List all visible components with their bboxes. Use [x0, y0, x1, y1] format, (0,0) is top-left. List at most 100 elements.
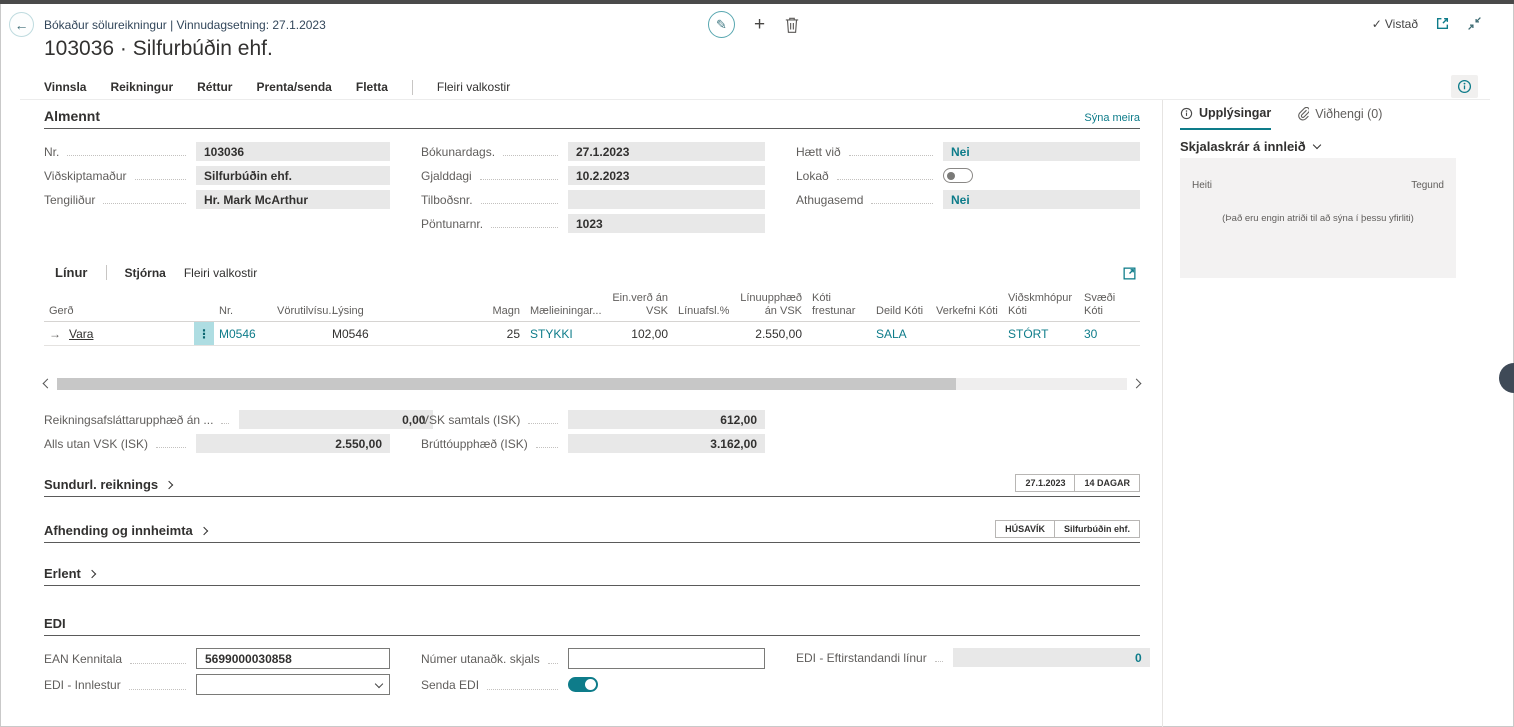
scroll-left-arrow[interactable]: [43, 379, 53, 389]
numer-utanadk-input[interactable]: [568, 648, 765, 669]
col-header-lysing[interactable]: Lýsing: [327, 305, 477, 318]
new-button[interactable]: +: [754, 15, 765, 34]
senda-edi-toggle[interactable]: [568, 677, 598, 692]
toggle-factbox-button[interactable]: [1451, 75, 1478, 98]
field-label: Reikningsafsláttarupphæð án ...: [44, 413, 213, 427]
col-header-vidskmhopur-koti[interactable]: Viðskmhópur Kóti: [1003, 292, 1079, 317]
dotted-leader: [536, 447, 558, 448]
menu-prenta-senda[interactable]: Prenta/senda: [256, 80, 331, 94]
dotted-leader: [481, 203, 558, 204]
cell-linuafsl[interactable]: [673, 322, 731, 345]
col-header-linuupphaed[interactable]: Línuupphæð án VSK: [731, 292, 807, 317]
field-value[interactable]: 3.162,00: [568, 434, 765, 453]
field-value[interactable]: [568, 190, 765, 209]
section-edi-header: EDI: [44, 616, 1140, 636]
menu-vinnsla[interactable]: Vinnsla: [44, 80, 86, 94]
cell-vorutilvisun[interactable]: [272, 322, 327, 345]
delete-button[interactable]: [784, 16, 800, 34]
col-header-svaedi-koti[interactable]: Svæði Kóti: [1079, 292, 1119, 317]
ean-kennitala-input[interactable]: [196, 648, 390, 669]
lines-toolbar: Línur Stjórna Fleiri valkostir: [55, 265, 257, 280]
erlent-header[interactable]: Erlent: [44, 566, 95, 581]
col-header-linuafsl[interactable]: Línuafsl.%: [673, 305, 731, 318]
col-header-maelieiningar[interactable]: Mælieiningar...: [525, 305, 589, 318]
col-header-verkefni-koti[interactable]: Verkefni Kóti: [931, 305, 1003, 318]
cell-magn[interactable]: 25: [477, 322, 525, 345]
scroll-right-arrow[interactable]: [1132, 379, 1142, 389]
col-header-einverd[interactable]: Ein.verð án VSK: [589, 292, 673, 317]
col-header-nr[interactable]: Nr.: [214, 305, 272, 318]
skjalaskrar-header[interactable]: Skjalaskrár á innleið: [1180, 139, 1320, 154]
scrollbar-track[interactable]: [57, 378, 1127, 390]
gerd-value[interactable]: Vara: [69, 327, 93, 341]
tab-linur[interactable]: Línur: [55, 265, 88, 280]
col-header-magn[interactable]: Magn: [477, 305, 525, 318]
back-button[interactable]: ←: [9, 12, 34, 37]
field-value[interactable]: 612,00: [568, 410, 765, 429]
cell-verkefni-koti[interactable]: [931, 322, 1003, 345]
scrollbar-thumb[interactable]: [57, 378, 956, 390]
cell-gerd[interactable]: →Vara: [44, 322, 194, 345]
breadcrumb: Bókaður sölureikningur | Vinnudagsetning…: [44, 18, 326, 32]
row-menu-button[interactable]: ⋮: [194, 322, 214, 345]
cell-maelieining[interactable]: STYKKI: [525, 322, 589, 345]
edi-innlestur-select[interactable]: [196, 674, 390, 695]
lines-more-options[interactable]: Fleiri valkostir: [184, 266, 257, 280]
col-header-koti-frestunar[interactable]: Kóti frestunar: [807, 292, 871, 317]
cell-deild-koti[interactable]: SALA: [871, 322, 931, 345]
field-ean-kennitala: EAN Kennitala: [44, 648, 390, 669]
field-value[interactable]: 10.2.2023: [568, 166, 765, 185]
doc-col-tegund: Tegund: [1411, 180, 1444, 191]
collapse-page-button[interactable]: [1467, 16, 1482, 31]
field-value[interactable]: Hr. Mark McArthur: [196, 190, 390, 209]
field-value[interactable]: Silfurbúðin ehf.: [196, 166, 390, 185]
field-value[interactable]: 103036: [196, 142, 390, 161]
cell-nr[interactable]: M0546: [214, 322, 272, 345]
field-value[interactable]: 1023: [568, 214, 765, 233]
dotted-leader: [871, 203, 933, 204]
edit-button[interactable]: ✎: [708, 11, 735, 38]
tab-upplysingar[interactable]: Upplýsingar: [1180, 106, 1271, 130]
cell-vidskmhopur[interactable]: STÓRT: [1003, 322, 1079, 345]
cell-lysing[interactable]: M0546: [327, 322, 477, 345]
menu-more-options[interactable]: Fleiri valkostir: [437, 80, 510, 94]
chevron-right-icon: [165, 480, 173, 488]
chevron-right-icon: [200, 526, 208, 534]
floating-edge-bubble[interactable]: [1499, 363, 1514, 393]
field-value[interactable]: 2.550,00: [196, 434, 390, 453]
field-edi-eftirstandandi: EDI - Eftirstandandi línur 0: [796, 648, 1140, 667]
page-title: 103036 · Silfurbúðin ehf.: [44, 37, 273, 61]
window-top-edge: [0, 0, 1514, 4]
collapse-arrows-icon: [1467, 16, 1482, 31]
col-header-deild-koti[interactable]: Deild Kóti: [871, 305, 931, 318]
sundurl-reiknings-header[interactable]: Sundurl. reiknings: [44, 477, 172, 492]
field-reikningsafslattur: Reikningsafsláttarupphæð án ... 0,00: [44, 410, 390, 429]
cell-linuupphaed[interactable]: 2.550,00: [731, 322, 807, 345]
lokad-toggle[interactable]: [943, 168, 973, 183]
open-in-new-window-button[interactable]: [1435, 16, 1450, 31]
menu-rettur[interactable]: Réttur: [197, 80, 232, 94]
field-value[interactable]: Nei: [943, 190, 1140, 209]
almennt-column-2: Bókunardags. 27.1.2023 Gjalddagi 10.2.20…: [421, 142, 765, 238]
show-more-link[interactable]: Sýna meira: [1084, 112, 1140, 124]
section-badges: 27.1.2023 14 DAGAR: [1016, 474, 1140, 492]
dotted-leader: [487, 689, 558, 690]
menu-reikningur[interactable]: Reikningur: [110, 80, 173, 94]
cell-koti-frestunar[interactable]: [807, 322, 871, 345]
field-value[interactable]: Nei: [943, 142, 1140, 161]
cell-einverd[interactable]: 102,00: [589, 322, 673, 345]
afhending-header[interactable]: Afhending og innheimta: [44, 523, 207, 538]
lines-manage-button[interactable]: Stjórna: [125, 266, 166, 280]
focus-mode-button[interactable]: [1122, 266, 1137, 281]
col-header-gerd[interactable]: Gerð: [44, 305, 194, 318]
field-value[interactable]: 0,00: [239, 410, 433, 429]
check-icon: ✓: [1372, 17, 1382, 31]
tab-vidhengi[interactable]: Viðhengi (0): [1297, 106, 1382, 130]
edi-innlestur-value[interactable]: [196, 674, 390, 695]
menu-fletta[interactable]: Fletta: [356, 80, 388, 94]
col-header-vorutilvisun[interactable]: Vörutilvísu...: [272, 305, 327, 318]
dotted-leader: [503, 155, 558, 156]
field-value[interactable]: 0: [953, 648, 1150, 667]
cell-svaedi-koti[interactable]: 30: [1079, 322, 1119, 345]
field-value[interactable]: 27.1.2023: [568, 142, 765, 161]
